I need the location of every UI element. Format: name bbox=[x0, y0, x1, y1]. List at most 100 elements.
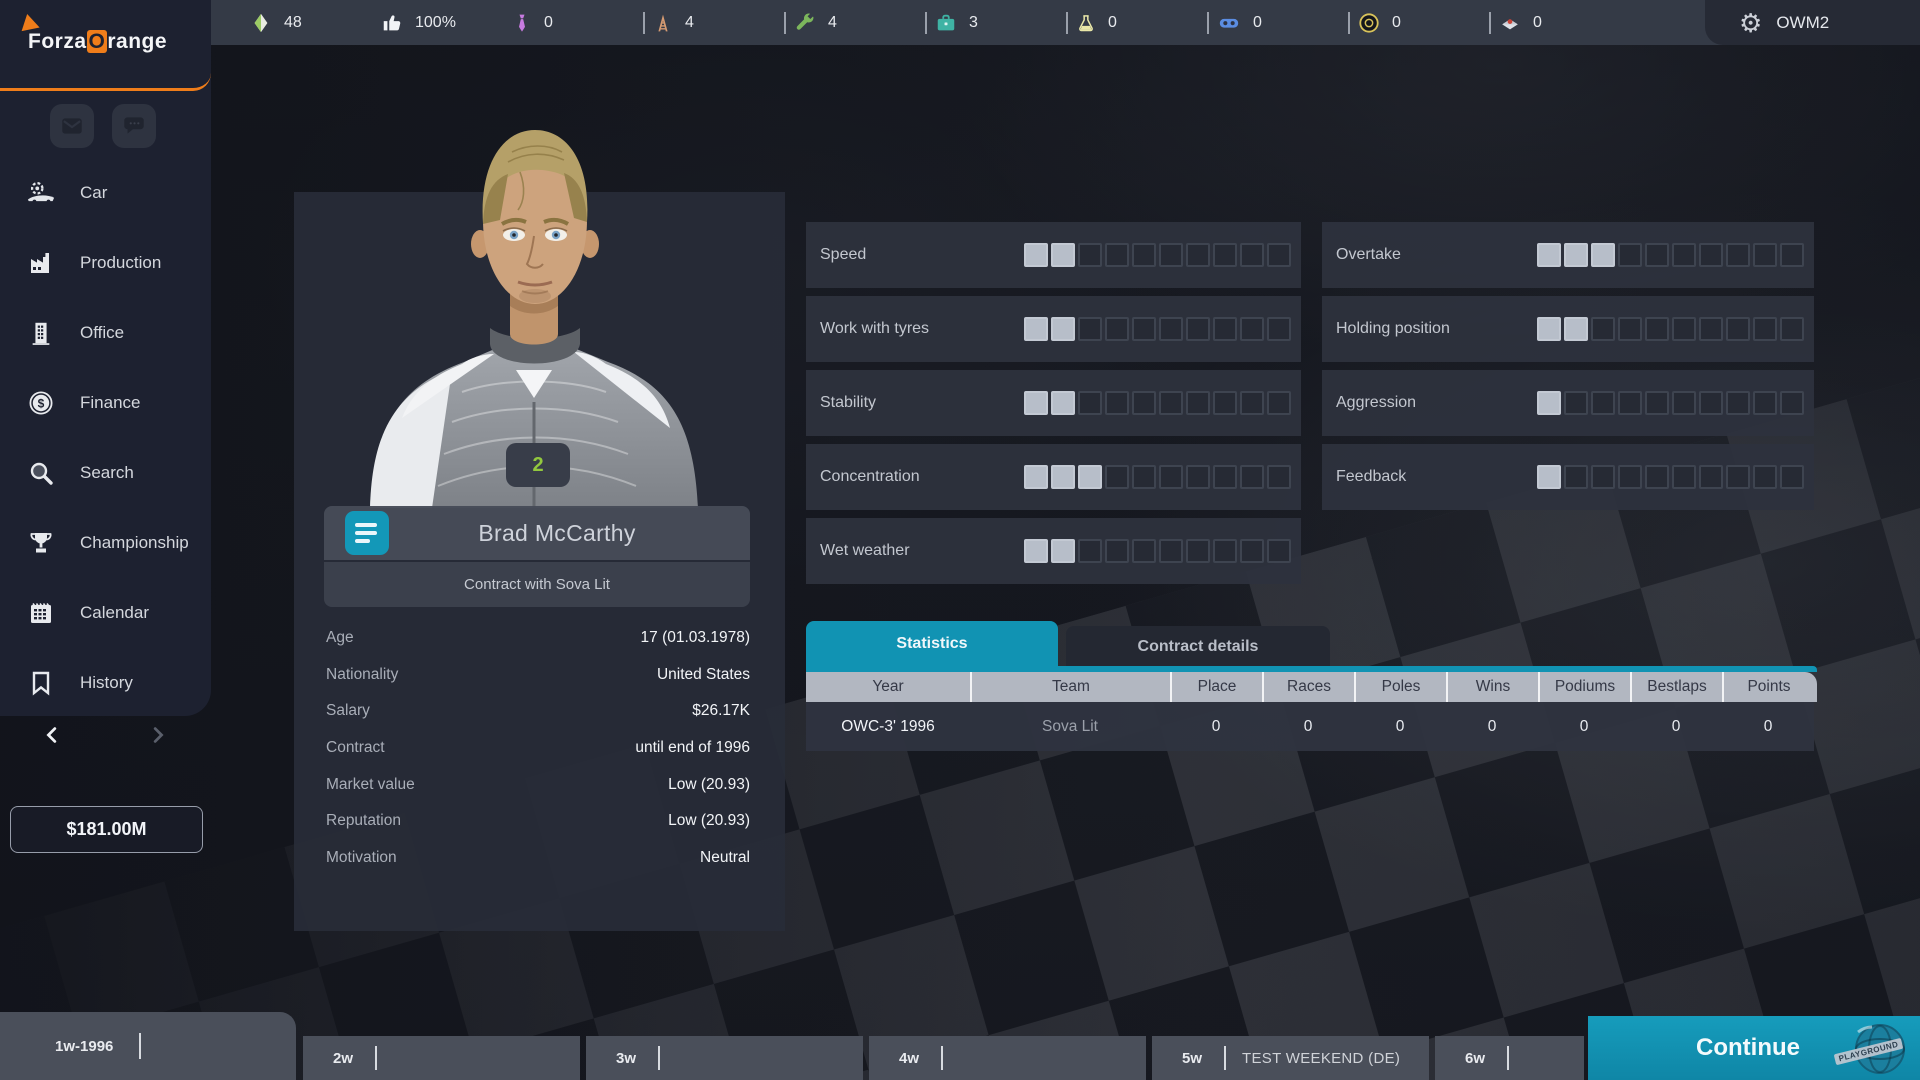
skill-square bbox=[1591, 243, 1615, 267]
resource-wrench[interactable]: 4 bbox=[794, 12, 925, 34]
driver-info-row: Salary $26.17K bbox=[326, 693, 750, 730]
skill-square bbox=[1726, 391, 1750, 415]
table-cell: 0 bbox=[1487, 717, 1497, 735]
tab-statistics[interactable]: Statistics bbox=[806, 621, 1058, 667]
gear-icon: ⚙ bbox=[1739, 7, 1763, 38]
skill-square bbox=[1753, 243, 1777, 267]
resource-flask[interactable]: 0 bbox=[1076, 12, 1207, 34]
menu-icon[interactable] bbox=[345, 511, 389, 555]
tab-contract-details[interactable]: Contract details bbox=[1066, 626, 1330, 667]
skill-square bbox=[1240, 317, 1264, 341]
info-value: 17 (01.03.1978) bbox=[640, 629, 750, 647]
topbar-separator bbox=[925, 11, 927, 34]
info-label: Age bbox=[326, 629, 354, 647]
skill-square bbox=[1240, 391, 1264, 415]
skill-square bbox=[1753, 465, 1777, 489]
office-icon bbox=[24, 319, 58, 347]
skill-square bbox=[1240, 465, 1264, 489]
skill-speed: Speed bbox=[806, 222, 1301, 288]
resource-part[interactable]: 0 bbox=[1499, 12, 1630, 34]
resource-thumbs-up[interactable]: 100% bbox=[381, 12, 512, 34]
topbar-separator bbox=[1348, 11, 1350, 34]
resource-tower[interactable]: 4 bbox=[653, 12, 784, 34]
info-value: Low (20.93) bbox=[668, 812, 750, 830]
resource-value: 3 bbox=[969, 13, 978, 31]
skill-meter bbox=[1537, 243, 1804, 267]
budget-display[interactable]: $181.00M bbox=[10, 806, 203, 853]
skill-wet-weather: Wet weather bbox=[806, 518, 1301, 584]
sidebar-item-calendar[interactable]: Calendar bbox=[0, 578, 211, 648]
resource-value: 0 bbox=[1253, 13, 1262, 31]
resource-value: 0 bbox=[1392, 13, 1401, 31]
history-icon bbox=[24, 670, 58, 696]
skill-square bbox=[1645, 243, 1669, 267]
skill-square bbox=[1780, 243, 1804, 267]
skill-square bbox=[1699, 243, 1723, 267]
mail-button[interactable] bbox=[50, 104, 94, 148]
current-week-label: 1w-1996 bbox=[55, 1037, 114, 1055]
table-cell: 0 bbox=[1211, 717, 1221, 735]
skill-square bbox=[1618, 465, 1642, 489]
chevron-right-icon[interactable] bbox=[146, 724, 168, 746]
sidebar-item-history[interactable]: History bbox=[0, 648, 211, 718]
continue-button[interactable]: Continue PLAYGROUND bbox=[1588, 1016, 1920, 1080]
skill-square bbox=[1159, 317, 1183, 341]
skill-square bbox=[1213, 243, 1237, 267]
resource-gem[interactable]: 48 bbox=[250, 12, 381, 34]
resource-value: 48 bbox=[284, 13, 302, 31]
sidebar-item-office[interactable]: Office bbox=[0, 298, 211, 368]
skill-stability: Stability bbox=[806, 370, 1301, 436]
sidebar-item-label: Calendar bbox=[80, 603, 149, 622]
app-logo: ForzaOrange bbox=[28, 30, 167, 54]
week-label: 2w bbox=[333, 1049, 354, 1067]
table-column-points: Points bbox=[1722, 672, 1814, 702]
skill-square bbox=[1618, 243, 1642, 267]
resource-tie[interactable]: 0 bbox=[512, 12, 643, 34]
chat-button[interactable] bbox=[112, 104, 156, 148]
sidebar-nav: Car Production Office $ Finance Search Champio… bbox=[0, 158, 211, 718]
skill-square bbox=[1213, 391, 1237, 415]
topbar-separator bbox=[1489, 11, 1491, 34]
week-divider bbox=[941, 1046, 944, 1070]
sidebar-item-finance[interactable]: $ Finance bbox=[0, 368, 211, 438]
skill-square bbox=[1213, 465, 1237, 489]
table-column-poles: Poles bbox=[1354, 672, 1446, 702]
chevron-left-icon[interactable] bbox=[42, 724, 64, 746]
driver-number-badge: 2 bbox=[506, 443, 570, 487]
skill-meter bbox=[1024, 317, 1291, 341]
profile-name: OWM2 bbox=[1776, 12, 1830, 32]
skill-square bbox=[1672, 243, 1696, 267]
driver-info-row: Reputation Low (20.93) bbox=[326, 803, 750, 840]
skill-square bbox=[1024, 539, 1048, 563]
sidebar-item-production[interactable]: Production bbox=[0, 228, 211, 298]
week-label: 3w bbox=[616, 1049, 637, 1067]
thumbs-up-icon bbox=[381, 12, 403, 34]
skill-square bbox=[1024, 391, 1048, 415]
resource-tyre[interactable]: 0 bbox=[1358, 12, 1489, 34]
resource-toolbox[interactable]: 3 bbox=[935, 12, 1066, 34]
sidebar-item-car[interactable]: Car bbox=[0, 158, 211, 228]
tyre-icon bbox=[1358, 12, 1380, 34]
skills-column-right: Overtake Holding position Aggression Feedba… bbox=[1322, 222, 1814, 518]
skill-square bbox=[1699, 391, 1723, 415]
stats-table-header: Year Team Place Races Poles Wins Podiums Bestla… bbox=[806, 672, 1817, 702]
chat-icon bbox=[121, 113, 147, 139]
resource-value: 0 bbox=[1108, 13, 1117, 31]
resource-gamepad[interactable]: 0 bbox=[1217, 12, 1348, 34]
sidebar-item-championship[interactable]: Championship bbox=[0, 508, 211, 578]
resource-value: 4 bbox=[828, 13, 837, 31]
profile-section[interactable]: ⚙ OWM2 bbox=[1705, 0, 1920, 45]
skill-square bbox=[1051, 539, 1075, 563]
skill-square bbox=[1159, 243, 1183, 267]
sidebar-item-label: Car bbox=[80, 183, 108, 202]
sidebar-item-search[interactable]: Search bbox=[0, 438, 211, 508]
skill-square bbox=[1699, 465, 1723, 489]
driver-info-row: Nationality United States bbox=[326, 657, 750, 694]
skill-meter bbox=[1024, 243, 1291, 267]
info-label: Contract bbox=[326, 739, 385, 757]
skill-label: Work with tyres bbox=[820, 320, 930, 337]
sidebar-item-label: Search bbox=[80, 463, 134, 482]
skill-square bbox=[1564, 465, 1588, 489]
skill-square bbox=[1186, 317, 1210, 341]
gem-icon bbox=[250, 12, 272, 34]
